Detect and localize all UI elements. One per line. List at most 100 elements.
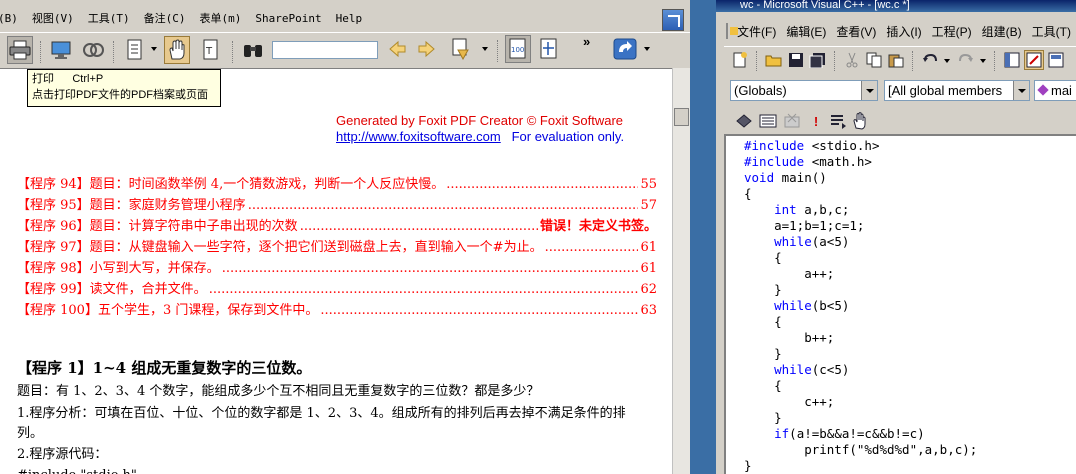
output-window-icon[interactable] <box>1024 50 1044 70</box>
toc-entry-text: 【程序 94】题目：时间函数举例 4,一个猜数游戏，判断一个人反应快慢。 <box>17 177 445 192</box>
build-icon[interactable] <box>758 111 778 131</box>
find-next-icon[interactable] <box>414 35 440 63</box>
toolbar-overflow[interactable]: » <box>583 34 590 49</box>
chevron-down-icon[interactable] <box>151 47 157 51</box>
toc-entry[interactable]: 【程序 100】五个学生，3 门课程，保存到文件中。 63 <box>17 301 657 321</box>
save-all-icon[interactable] <box>808 50 828 70</box>
menu-sharepoint[interactable]: SharePoint <box>248 12 328 25</box>
pdf-vertical-scrollbar[interactable] <box>672 68 690 474</box>
toc-entry[interactable]: 【程序 97】题目：从键盘输入一些字符，逐个把它们送到磁盘上去，直到输入一个#为… <box>17 238 657 258</box>
members-combo-value: [All global members <box>888 83 1003 98</box>
code-line: } <box>744 410 782 425</box>
toc-entry-page: 61 <box>640 240 657 255</box>
toc-entry-page: 57 <box>640 198 657 213</box>
code-line: while(c<5) <box>774 362 850 377</box>
banner-url[interactable]: http://www.foxitsoftware.com <box>336 129 501 144</box>
toolbar-separator <box>912 51 913 71</box>
code-line: int a,b,c; <box>774 202 850 217</box>
code-line: a=1;b=1;c=1; <box>744 218 865 233</box>
find-input[interactable] <box>272 41 378 59</box>
code-line: if(a!=b&&a!=c&&b!=c) <box>774 426 925 441</box>
vc-standard-toolbar <box>724 46 1076 74</box>
compile-icon[interactable] <box>734 111 754 131</box>
toc-entry[interactable]: 【程序 94】题目：时间函数举例 4,一个猜数游戏，判断一个人反应快慢。 55 <box>17 175 657 195</box>
workspace-icon[interactable] <box>1002 50 1022 70</box>
visual-cpp-window: wc - Microsoft Visual C++ - [wc.c *] 文件(… <box>716 0 1076 474</box>
code-editor[interactable]: #include <stdio.h> #include <math.h> void … <box>724 134 1076 474</box>
toc-entry-text: 【程序 95】题目：家庭财务管理小程序 <box>17 198 246 213</box>
window-list-icon[interactable] <box>1046 50 1066 70</box>
chevron-down-icon[interactable] <box>944 59 950 63</box>
redo-icon[interactable] <box>956 50 976 70</box>
code-line: { <box>744 378 782 393</box>
body-paragraph: 1.程序分析：可填在百位、十位、个位的数字都是 1、2、3、4。组成所有的排列后… <box>17 406 626 421</box>
vc-menubar: 文件(F) 编辑(E) 查看(V) 插入(I) 工程(P) 组建(B) 工具(T… <box>716 20 1076 42</box>
menu-build[interactable]: 组建(B) <box>977 23 1027 40</box>
find-previous-icon[interactable] <box>384 35 410 63</box>
hand-icon[interactable] <box>850 111 870 131</box>
hand-icon[interactable] <box>164 36 190 64</box>
chevron-down-icon[interactable] <box>861 81 877 100</box>
print-icon[interactable] <box>7 36 33 64</box>
document-icon[interactable] <box>726 23 739 39</box>
maximize-icon[interactable] <box>662 9 684 31</box>
paste-icon[interactable] <box>886 50 906 70</box>
menu-forms[interactable]: 表单(m) <box>193 10 249 26</box>
fit-page-icon[interactable] <box>536 35 562 63</box>
menu-insert[interactable]: 插入(I) <box>881 23 926 40</box>
chevron-down-icon[interactable] <box>482 47 488 51</box>
document-icon[interactable] <box>122 36 148 64</box>
toolbar-separator <box>40 41 41 63</box>
scope-combo-value: (Globals) <box>734 83 787 98</box>
toc-leader <box>545 238 639 258</box>
binoculars-icon[interactable] <box>240 36 266 64</box>
menu-edit[interactable]: 编辑(E) <box>781 23 831 40</box>
members-combo[interactable]: [All global members <box>884 80 1030 101</box>
toc-entry-text: 【程序 99】读文件，合并文件。 <box>17 282 207 297</box>
menu-tools[interactable]: 工具(T) <box>1027 23 1076 40</box>
toc-entry[interactable]: 【程序 95】题目：家庭财务管理小程序 57 <box>17 196 657 216</box>
body-paragraph: 题目：有 1、2、3、4 个数字，能组成多少个互不相同且无重复数字的三位数？都是… <box>17 384 540 399</box>
open-folder-icon[interactable] <box>764 50 784 70</box>
foxit-menubar: (B) 视图(V) 工具(T) 备注(C) 表单(m) SharePoint H… <box>0 6 660 30</box>
toc-entry[interactable]: 【程序 96】题目：计算字符串中子串出现的次数 错误！未定义书签。 <box>17 217 657 237</box>
toc-entry-page: 61 <box>640 261 657 276</box>
scrollbar-thumb[interactable] <box>674 108 689 126</box>
toc-entry[interactable]: 【程序 99】读文件，合并文件。 62 <box>17 280 657 300</box>
cut-icon[interactable] <box>842 50 862 70</box>
menu-help[interactable]: Help <box>329 12 370 25</box>
menu-view[interactable]: 视图(V) <box>25 10 81 26</box>
new-file-icon[interactable] <box>730 50 750 70</box>
find-options-icon[interactable] <box>448 35 474 63</box>
menu-bookmark[interactable]: (B) <box>0 12 25 25</box>
code-line: } <box>744 458 752 473</box>
copy-icon[interactable] <box>864 50 884 70</box>
chevron-down-icon[interactable] <box>644 47 650 51</box>
rotate-icon[interactable] <box>612 35 640 63</box>
menu-project[interactable]: 工程(P) <box>927 23 977 40</box>
save-icon[interactable] <box>786 50 806 70</box>
execute-icon[interactable]: ! <box>806 111 826 131</box>
chevron-down-icon[interactable] <box>1013 81 1029 100</box>
menu-tools[interactable]: 工具(T) <box>81 10 137 26</box>
monitor-icon[interactable] <box>48 36 74 64</box>
scan-icon[interactable] <box>80 36 106 64</box>
undo-icon[interactable] <box>920 50 940 70</box>
go-icon[interactable] <box>828 111 848 131</box>
function-combo[interactable]: mai <box>1034 80 1076 101</box>
menu-view[interactable]: 查看(V) <box>831 23 881 40</box>
pdf-page[interactable]: Generated by Foxit PDF Creator © Foxit S… <box>0 68 672 474</box>
toc-entry[interactable]: 【程序 98】小写到大写，并保存。 61 <box>17 259 657 279</box>
menu-comments[interactable]: 备注(C) <box>137 10 193 26</box>
desktop-background <box>690 0 716 474</box>
stop-build-icon[interactable] <box>782 111 802 131</box>
toc-leader <box>300 217 538 237</box>
scope-combo[interactable]: (Globals) <box>730 80 878 101</box>
actual-size-icon[interactable]: 100 <box>505 35 531 63</box>
toc-entry-text: 【程序 97】题目：从键盘输入一些字符，逐个把它们送到磁盘上去，直到输入一个#为… <box>17 240 543 255</box>
select-text-icon[interactable]: T <box>198 36 224 64</box>
menu-file[interactable]: 文件(F) <box>732 23 781 40</box>
chevron-down-icon[interactable] <box>980 59 986 63</box>
code-line: { <box>744 186 752 201</box>
code-line: b++; <box>744 330 835 345</box>
